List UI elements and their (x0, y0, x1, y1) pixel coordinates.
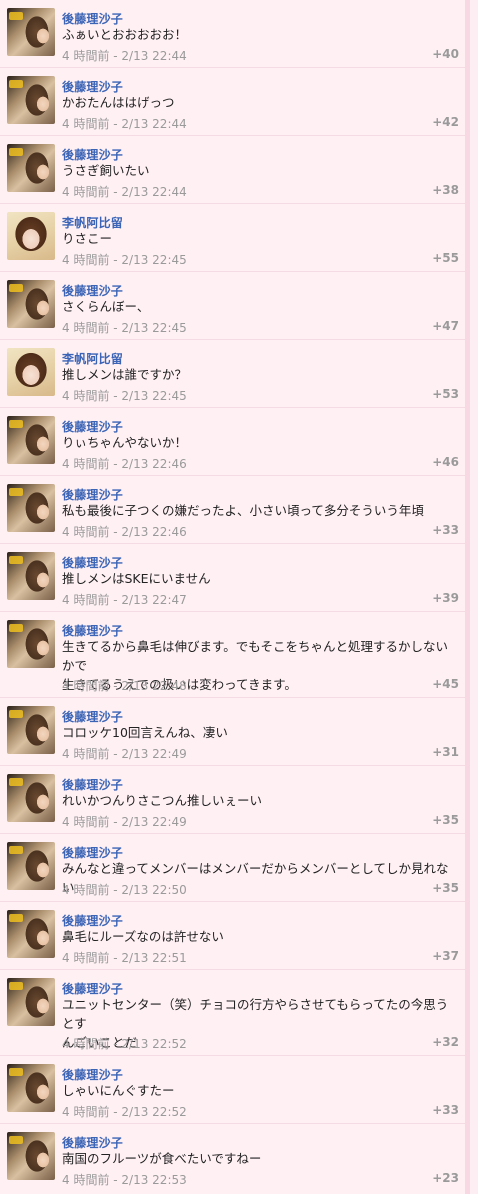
list-item: 後藤理沙子 ユニットセンター（笑）チョコの行方やらさせてもらってたの今思うとす … (0, 970, 465, 1056)
list-item: 後藤理沙子 みんなと違ってメンバーはメンバーだからメンバーとしてしか見れない 4… (0, 834, 465, 902)
points-count: +33 (432, 1103, 459, 1117)
points-count: +46 (432, 455, 459, 469)
timestamp[interactable]: 4 時間前 - 2/13 22:49 (62, 813, 187, 830)
points-count: +23 (432, 1171, 459, 1185)
timestamp[interactable]: 4 時間前 - 2/13 22:52 (62, 1035, 187, 1052)
points-count: +35 (432, 813, 459, 827)
avatar[interactable] (7, 552, 55, 600)
points-count: +35 (432, 881, 459, 895)
comment-text: 鼻毛にルーズなのは許せない (62, 929, 224, 944)
comment-text: ふぁいとおおおおお！ (62, 27, 188, 42)
timestamp[interactable]: 4 時間前 - 2/13 22:44 (62, 47, 187, 64)
comment-text: さくらんぼー、 (62, 299, 150, 314)
list-item: 後藤理沙子 生きてるから鼻毛は伸びます。でもそこをちゃんと処理するかしないかで … (0, 612, 465, 698)
avatar[interactable] (7, 978, 55, 1026)
timestamp[interactable]: 4 時間前 - 2/13 22:50 (62, 881, 187, 898)
avatar[interactable] (7, 484, 55, 532)
timestamp[interactable]: 4 時間前 - 2/13 22:44 (62, 115, 187, 132)
comment-text: れいかつんりさこつん推しいぇーい (62, 793, 263, 808)
comment-text: しゃいにんぐすたー (62, 1083, 175, 1098)
avatar[interactable] (7, 212, 55, 260)
list-item: 後藤理沙子 りぃちゃんやないか！ 4 時間前 - 2/13 22:46 +46 (0, 408, 465, 476)
timestamp[interactable]: 4 時間前 - 2/13 22:53 (62, 1171, 187, 1188)
avatar[interactable] (7, 842, 55, 890)
timestamp[interactable]: 4 時間前 - 2/13 22:48 (62, 677, 187, 694)
points-count: +53 (432, 387, 459, 401)
points-count: +32 (432, 1035, 459, 1049)
points-count: +55 (432, 251, 459, 265)
comment-text: うさぎ飼いたい (62, 163, 150, 178)
avatar[interactable] (7, 910, 55, 958)
list-item: 後藤理沙子 南国のフルーツが食べたいですねー 4 時間前 - 2/13 22:5… (0, 1124, 465, 1194)
timestamp[interactable]: 4 時間前 - 2/13 22:47 (62, 591, 187, 608)
avatar[interactable] (7, 144, 55, 192)
timestamp[interactable]: 4 時間前 - 2/13 22:51 (62, 949, 187, 966)
timestamp[interactable]: 4 時間前 - 2/13 22:52 (62, 1103, 187, 1120)
timestamp[interactable]: 4 時間前 - 2/13 22:45 (62, 387, 187, 404)
list-item: 後藤理沙子 れいかつんりさこつん推しいぇーい 4 時間前 - 2/13 22:4… (0, 766, 465, 834)
points-count: +33 (432, 523, 459, 537)
timestamp[interactable]: 4 時間前 - 2/13 22:45 (62, 251, 187, 268)
timestamp[interactable]: 4 時間前 - 2/13 22:45 (62, 319, 187, 336)
comment-text: 私も最後に子つくの嫌だったよ、小さい頃って多分そういう年頃 (62, 503, 424, 518)
comment-text: りさこー (62, 231, 113, 246)
avatar[interactable] (7, 280, 55, 328)
list-item: 後藤理沙子 しゃいにんぐすたー 4 時間前 - 2/13 22:52 +33 (0, 1056, 465, 1124)
comment-feed: 後藤理沙子 ふぁいとおおおおお！ 4 時間前 - 2/13 22:44 +40 … (0, 0, 470, 1194)
avatar[interactable] (7, 1132, 55, 1180)
points-count: +31 (432, 745, 459, 759)
comment-text: コロッケ10回言えんね、凄い (62, 725, 228, 740)
points-count: +38 (432, 183, 459, 197)
avatar[interactable] (7, 620, 55, 668)
timestamp[interactable]: 4 時間前 - 2/13 22:49 (62, 745, 187, 762)
timestamp[interactable]: 4 時間前 - 2/13 22:46 (62, 455, 187, 472)
points-count: +40 (432, 47, 459, 61)
avatar[interactable] (7, 8, 55, 56)
avatar[interactable] (7, 774, 55, 822)
points-count: +37 (432, 949, 459, 963)
avatar[interactable] (7, 1064, 55, 1112)
list-item: 後藤理沙子 かおたんははげっつ 4 時間前 - 2/13 22:44 +42 (0, 68, 465, 136)
points-count: +45 (432, 677, 459, 691)
list-item: 李帆阿比留 推しメンは誰ですか？ 4 時間前 - 2/13 22:45 +53 (0, 340, 465, 408)
list-item: 後藤理沙子 うさぎ飼いたい 4 時間前 - 2/13 22:44 +38 (0, 136, 465, 204)
comment-text: りぃちゃんやないか！ (62, 435, 188, 450)
points-count: +47 (432, 319, 459, 333)
avatar[interactable] (7, 76, 55, 124)
list-item: 後藤理沙子 ふぁいとおおおおお！ 4 時間前 - 2/13 22:44 +40 (0, 0, 465, 68)
points-count: +42 (432, 115, 459, 129)
list-item: 李帆阿比留 りさこー 4 時間前 - 2/13 22:45 +55 (0, 204, 465, 272)
list-item: 後藤理沙子 推しメンはSKEにいません 4 時間前 - 2/13 22:47 +… (0, 544, 465, 612)
comment-text: かおたんははげっつ (62, 95, 175, 110)
comment-text: 推しメンは誰ですか？ (62, 367, 188, 382)
avatar[interactable] (7, 348, 55, 396)
avatar[interactable] (7, 706, 55, 754)
list-item: 後藤理沙子 コロッケ10回言えんね、凄い 4 時間前 - 2/13 22:49 … (0, 698, 465, 766)
timestamp[interactable]: 4 時間前 - 2/13 22:44 (62, 183, 187, 200)
list-item: 後藤理沙子 私も最後に子つくの嫌だったよ、小さい頃って多分そういう年頃 4 時間… (0, 476, 465, 544)
points-count: +39 (432, 591, 459, 605)
timestamp[interactable]: 4 時間前 - 2/13 22:46 (62, 523, 187, 540)
list-item: 後藤理沙子 鼻毛にルーズなのは許せない 4 時間前 - 2/13 22:51 +… (0, 902, 465, 970)
comment-text: 南国のフルーツが食べたいですねー (62, 1151, 262, 1166)
comment-text: 推しメンはSKEにいません (62, 571, 211, 586)
list-item: 後藤理沙子 さくらんぼー、 4 時間前 - 2/13 22:45 +47 (0, 272, 465, 340)
avatar[interactable] (7, 416, 55, 464)
